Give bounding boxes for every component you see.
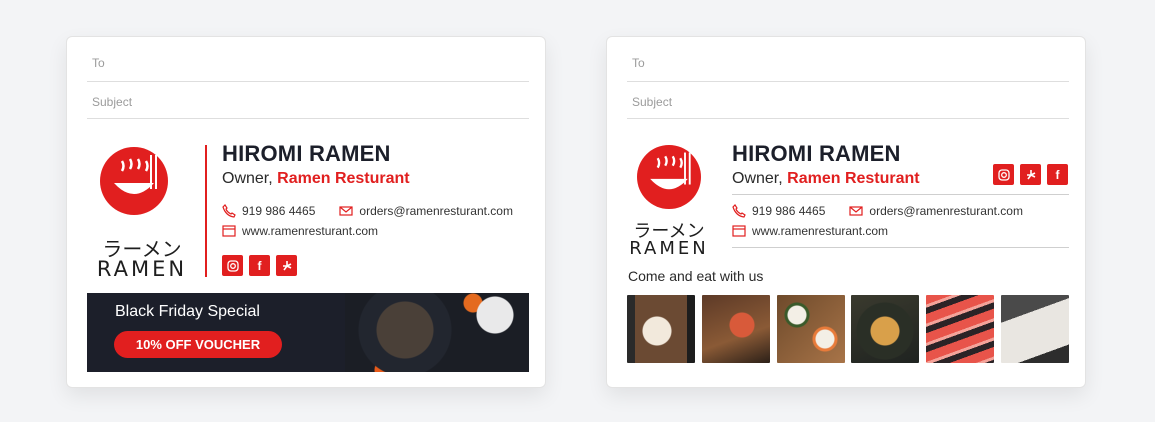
gallery-caption: Come and eat with us	[628, 268, 764, 284]
website-row: www.ramenresturant.com	[732, 224, 888, 238]
signature-divider	[205, 145, 207, 277]
signature-name: HIROMI RAMEN	[732, 141, 901, 166]
logo-latin-text: RAMEN	[629, 238, 709, 259]
browser-icon	[732, 225, 746, 237]
phone-number[interactable]: 919 986 4465	[242, 204, 315, 218]
to-field[interactable]: To	[632, 56, 645, 70]
subject-field-underline	[87, 118, 529, 119]
to-field-underline	[87, 81, 529, 82]
email-icon	[849, 206, 864, 216]
gallery-photo[interactable]	[851, 295, 919, 363]
banner-title: Black Friday Special	[115, 303, 260, 320]
role-prefix: Owner,	[222, 170, 273, 187]
instagram-icon[interactable]	[993, 164, 1014, 185]
food-photo	[345, 293, 529, 372]
phone-row: 919 986 4465 orders@ramenresturant.com	[222, 204, 513, 218]
logo-latin-text: RAMEN	[96, 257, 188, 281]
company-name: Ramen Resturant	[277, 170, 410, 187]
yelp-icon[interactable]	[1020, 164, 1041, 185]
company-name: Ramen Resturant	[787, 170, 920, 187]
to-field[interactable]: To	[92, 56, 105, 70]
gallery-photo[interactable]	[702, 295, 770, 363]
email-signature-card-banner: To Subject ラーメン RAMEN HIROMI RAMEN Owner…	[66, 36, 546, 388]
subject-field[interactable]: Subject	[632, 95, 672, 109]
to-field-underline	[627, 81, 1069, 82]
phone-icon	[222, 204, 236, 218]
voucher-button[interactable]: 10% OFF VOUCHER	[114, 331, 282, 358]
signature-divider-bottom	[732, 247, 1069, 248]
gallery-photo[interactable]	[926, 295, 994, 363]
signature-divider-top	[732, 194, 1069, 195]
ramen-bowl-icon	[100, 147, 168, 215]
ramen-logo: ラーメン RAMEN	[617, 141, 721, 281]
subject-field[interactable]: Subject	[92, 95, 132, 109]
email-icon	[339, 206, 354, 216]
website-row: www.ramenresturant.com	[222, 224, 378, 238]
ramen-bowl-icon	[637, 145, 701, 209]
website-link[interactable]: www.ramenresturant.com	[242, 224, 378, 238]
email-signature-card-gallery: To Subject ラーメン RAMEN HIROMI RAMEN Owner…	[606, 36, 1086, 388]
phone-number[interactable]: 919 986 4465	[752, 204, 825, 218]
social-links: f	[993, 164, 1068, 185]
email-link[interactable]: orders@ramenresturant.com	[359, 204, 513, 218]
social-links: f	[222, 255, 297, 276]
phone-icon	[732, 204, 746, 218]
email-link[interactable]: orders@ramenresturant.com	[869, 204, 1023, 218]
gallery-photo[interactable]	[627, 295, 695, 363]
yelp-icon[interactable]	[276, 255, 297, 276]
phone-row: 919 986 4465 orders@ramenresturant.com	[732, 204, 1023, 218]
promo-banner[interactable]: Black Friday Special 10% OFF VOUCHER	[87, 293, 529, 372]
website-link[interactable]: www.ramenresturant.com	[752, 224, 888, 238]
ramen-logo: ラーメン RAMEN	[83, 141, 201, 281]
gallery-photo[interactable]	[777, 295, 845, 363]
signature-role: Owner, Ramen Resturant	[222, 170, 410, 188]
instagram-icon[interactable]	[222, 255, 243, 276]
browser-icon	[222, 225, 236, 237]
signature-role: Owner, Ramen Resturant	[732, 170, 920, 188]
gallery-photo[interactable]	[1001, 295, 1069, 363]
subject-field-underline	[627, 118, 1069, 119]
facebook-icon[interactable]: f	[249, 255, 270, 276]
facebook-icon[interactable]: f	[1047, 164, 1068, 185]
signature-name: HIROMI RAMEN	[222, 141, 391, 166]
role-prefix: Owner,	[732, 170, 783, 187]
